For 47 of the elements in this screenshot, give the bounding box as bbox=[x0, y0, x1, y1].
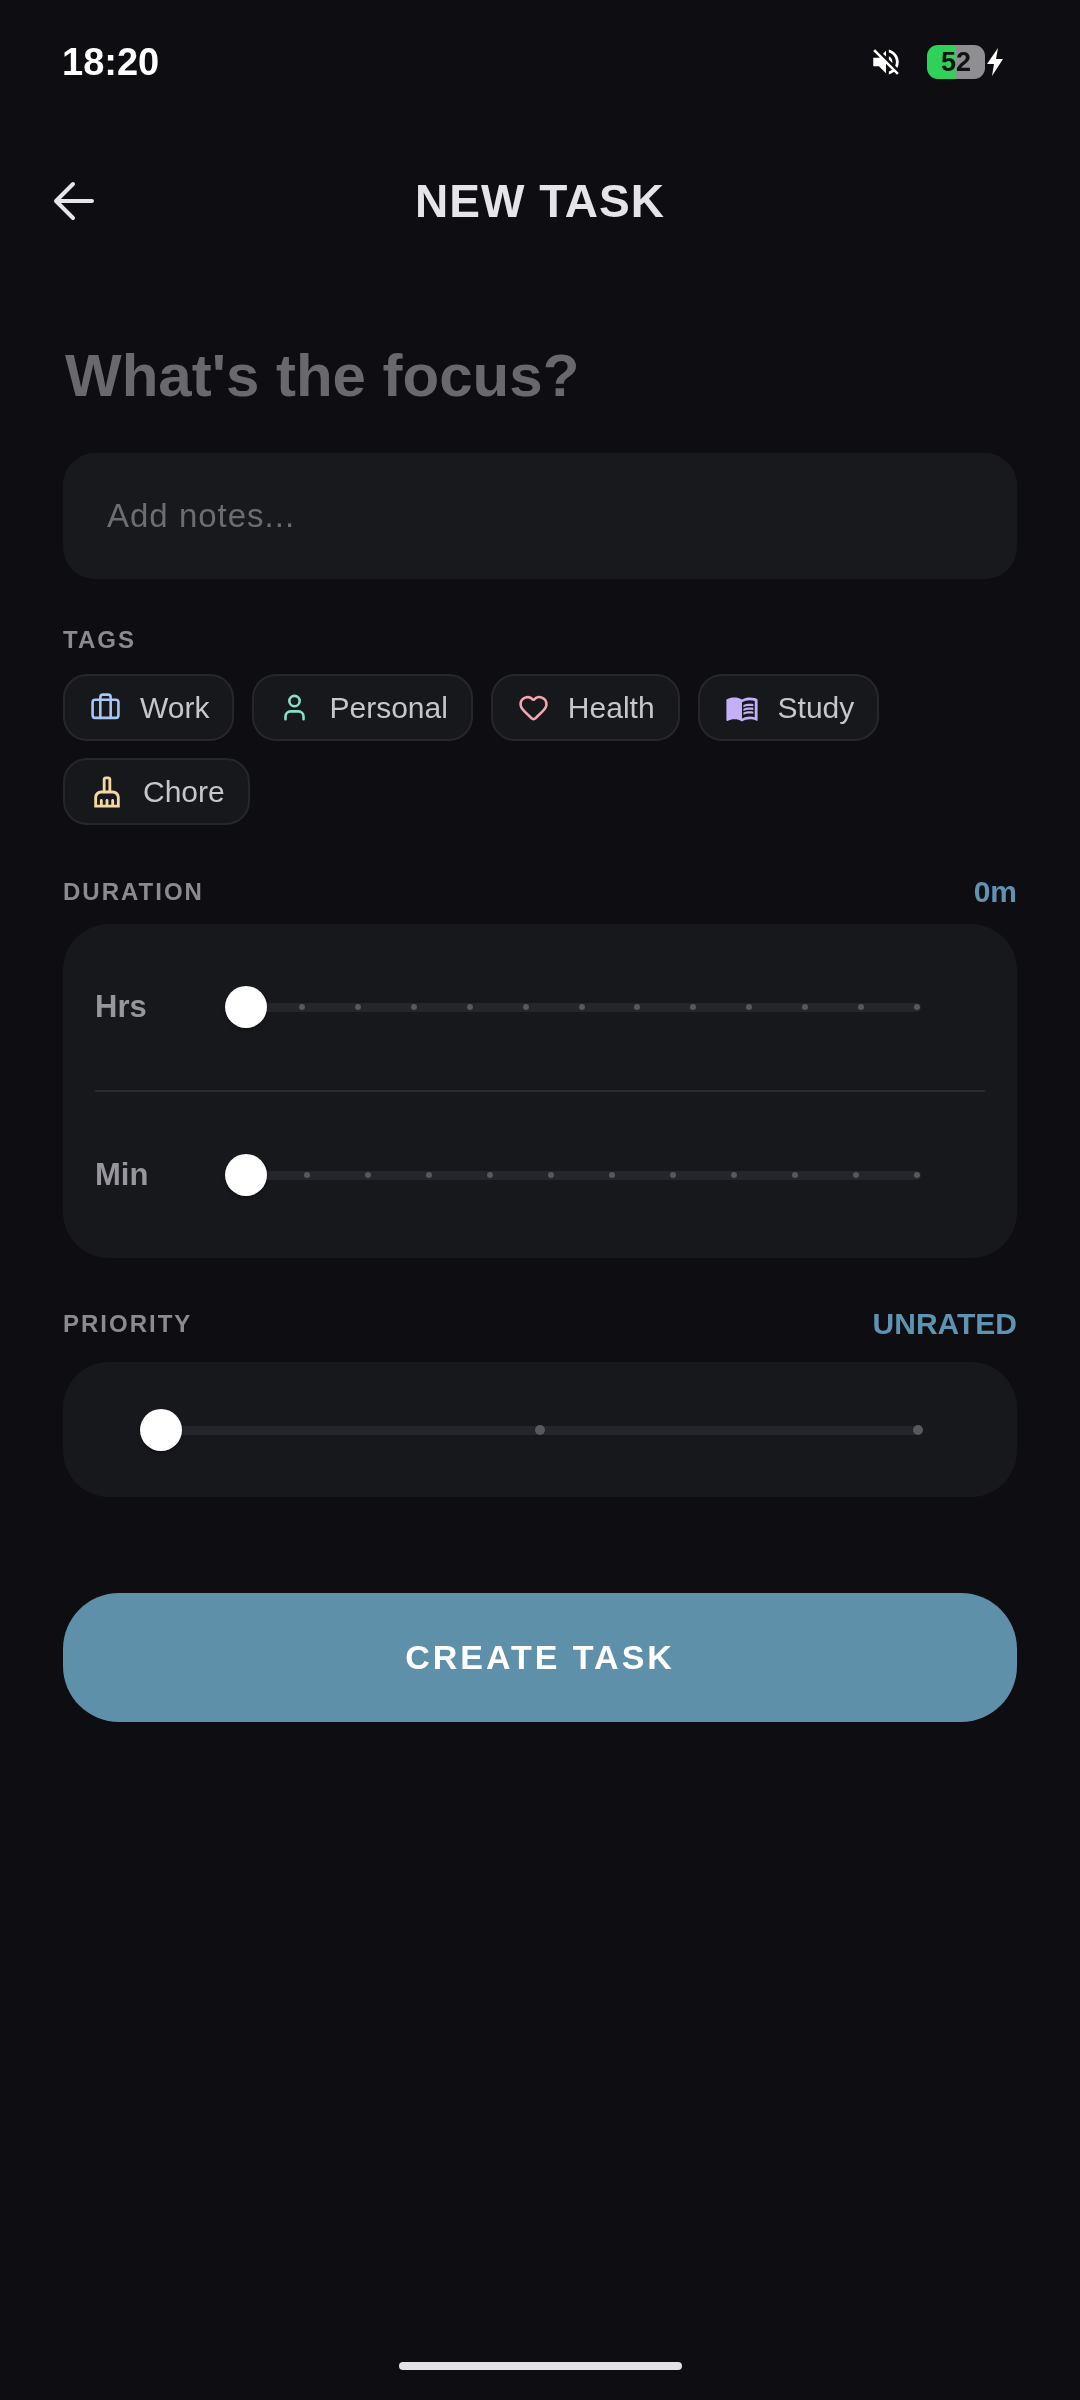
tag-chip[interactable]: Personal bbox=[252, 674, 473, 741]
tick-mark-icon bbox=[304, 1172, 310, 1178]
duration-value: 0m bbox=[973, 875, 1017, 909]
tick-mark-icon bbox=[354, 1004, 361, 1010]
tick-mark-icon bbox=[690, 1004, 697, 1010]
tick-mark-icon bbox=[609, 1172, 615, 1178]
tick-mark-icon bbox=[522, 1004, 529, 1010]
tag-chip[interactable]: Study bbox=[697, 674, 880, 741]
screen-title: NEW TASK bbox=[415, 174, 665, 228]
slider-thumb[interactable] bbox=[225, 1154, 267, 1196]
tick-mark-icon bbox=[634, 1004, 641, 1010]
battery-percentage: 52 bbox=[940, 48, 971, 76]
tick-mark-icon bbox=[802, 1004, 809, 1010]
slider-label: Hrs bbox=[95, 989, 148, 1025]
back-button[interactable] bbox=[53, 180, 94, 222]
tick-mark-icon bbox=[913, 1425, 923, 1435]
tick-mark-icon bbox=[670, 1172, 676, 1178]
tick-mark-icon bbox=[853, 1172, 859, 1178]
priority-value: UNRATED bbox=[872, 1307, 1017, 1341]
tick-mark-icon bbox=[858, 1004, 865, 1010]
tick-mark-icon bbox=[792, 1172, 798, 1178]
task-title-input[interactable]: What's the focus? bbox=[63, 339, 1017, 411]
tick-mark-icon bbox=[746, 1004, 753, 1010]
tick-mark-icon bbox=[426, 1172, 432, 1178]
tick-mark-icon bbox=[365, 1172, 371, 1178]
tag-chip[interactable]: Chore bbox=[63, 758, 250, 825]
notes-field[interactable]: Add notes... bbox=[63, 453, 1017, 579]
tag-chip[interactable]: Work bbox=[63, 674, 235, 741]
section-label: PRIORITY bbox=[63, 1310, 193, 1338]
tick-mark-icon bbox=[487, 1172, 493, 1178]
slider-thumb[interactable] bbox=[140, 1409, 182, 1451]
tick-mark-icon bbox=[914, 1172, 920, 1178]
section-label: TAGS bbox=[63, 626, 136, 654]
tick-mark-icon bbox=[731, 1172, 737, 1178]
status-time: 18:20 bbox=[62, 40, 160, 84]
tick-mark-icon bbox=[298, 1004, 305, 1010]
tick-mark-icon bbox=[534, 1425, 545, 1435]
tick-mark-icon bbox=[410, 1004, 417, 1010]
slider-label: Min bbox=[95, 1157, 150, 1193]
slider-thumb[interactable] bbox=[225, 986, 267, 1028]
tick-mark-icon bbox=[548, 1172, 554, 1178]
tick-mark-icon bbox=[914, 1004, 920, 1010]
section-label: DURATION bbox=[63, 878, 204, 906]
tick-mark-icon bbox=[578, 1004, 585, 1010]
tag-chip[interactable]: Health bbox=[490, 674, 680, 741]
tick-mark-icon bbox=[466, 1004, 473, 1010]
back-arrow-icon bbox=[53, 180, 94, 222]
